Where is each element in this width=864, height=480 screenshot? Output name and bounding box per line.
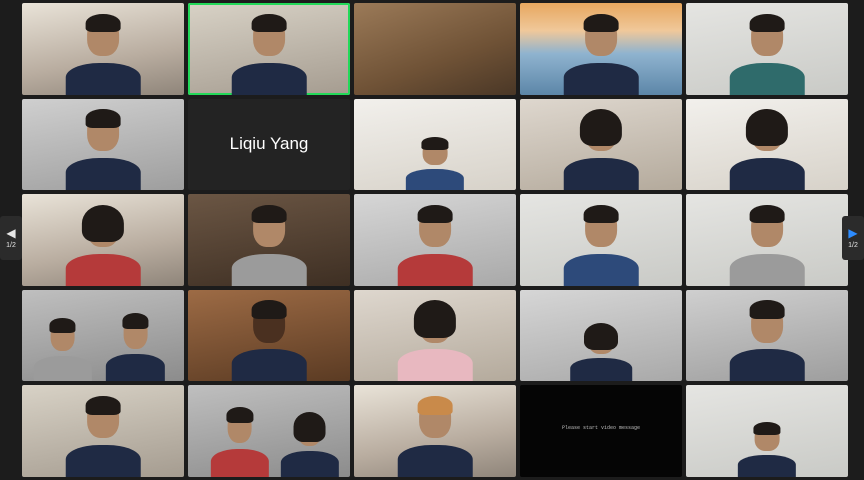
participant-video-tile[interactable] <box>686 385 848 477</box>
participant-video-tile[interactable] <box>188 289 350 382</box>
chevron-left-icon: ◀ <box>6 226 16 240</box>
participant-video-tile[interactable] <box>686 3 848 95</box>
participant-video-tile[interactable] <box>686 194 848 286</box>
camera-off-tile[interactable]: Please start video message <box>520 385 682 477</box>
participant-video <box>231 297 307 382</box>
participant-video <box>729 106 805 191</box>
participant-video <box>729 202 805 286</box>
participant-video-tile[interactable] <box>686 289 848 382</box>
participant-video <box>570 321 632 382</box>
participant-video <box>405 135 465 191</box>
participant-video-tile[interactable] <box>22 194 184 286</box>
participant-video-tile[interactable] <box>354 385 516 477</box>
previous-page-button[interactable]: ◀ 1/2 <box>0 216 22 260</box>
participant-video <box>65 202 141 286</box>
next-page-button[interactable]: ▶ 1/2 <box>842 216 864 260</box>
participant-video-tile[interactable] <box>520 3 682 95</box>
participant-video <box>737 420 797 477</box>
participant-video-tile[interactable] <box>354 289 516 382</box>
chevron-right-icon: ▶ <box>848 226 858 240</box>
participant-video-tile[interactable] <box>188 194 350 286</box>
participant-video <box>729 10 805 95</box>
participant-video <box>397 297 473 382</box>
participant-video-tile[interactable] <box>22 3 184 95</box>
participant-video-tile[interactable] <box>520 98 682 191</box>
participant-video <box>231 10 307 95</box>
participant-video <box>397 202 473 286</box>
participant-video-tile[interactable] <box>520 289 682 382</box>
participant-video <box>563 106 639 191</box>
participant-video-tile[interactable] <box>520 194 682 286</box>
page-indicator-left: 1/2 <box>6 242 16 249</box>
participant-name: Liqiu Yang <box>229 134 309 154</box>
active-speaker-video-tile[interactable] <box>188 3 350 95</box>
camera-off-message: Please start video message <box>561 425 641 432</box>
participant-video <box>729 297 805 382</box>
participant-video-tile[interactable] <box>22 289 184 382</box>
participant-video-tile[interactable] <box>22 385 184 477</box>
participant-video <box>280 409 339 477</box>
participant-video-tile[interactable] <box>354 3 516 95</box>
participant-video-tile[interactable] <box>354 194 516 286</box>
participant-video <box>563 202 639 286</box>
participant-video <box>33 315 92 382</box>
participant-video <box>563 10 639 95</box>
participant-video-tile[interactable] <box>354 98 516 191</box>
participant-video <box>231 202 307 286</box>
participant-video <box>65 393 141 477</box>
participant-video <box>106 310 165 382</box>
participant-video <box>65 10 141 95</box>
gallery-grid: Liqiu Yang Please start video message <box>22 3 848 477</box>
participant-video-tile[interactable] <box>686 98 848 191</box>
page-indicator-right: 1/2 <box>848 242 858 249</box>
participant-video <box>65 106 141 191</box>
participant-video <box>397 393 473 477</box>
participant-video <box>210 404 269 477</box>
participant-video-tile[interactable] <box>188 385 350 477</box>
participant-video-tile[interactable] <box>22 98 184 191</box>
participant-name-tile[interactable]: Liqiu Yang <box>188 98 350 191</box>
